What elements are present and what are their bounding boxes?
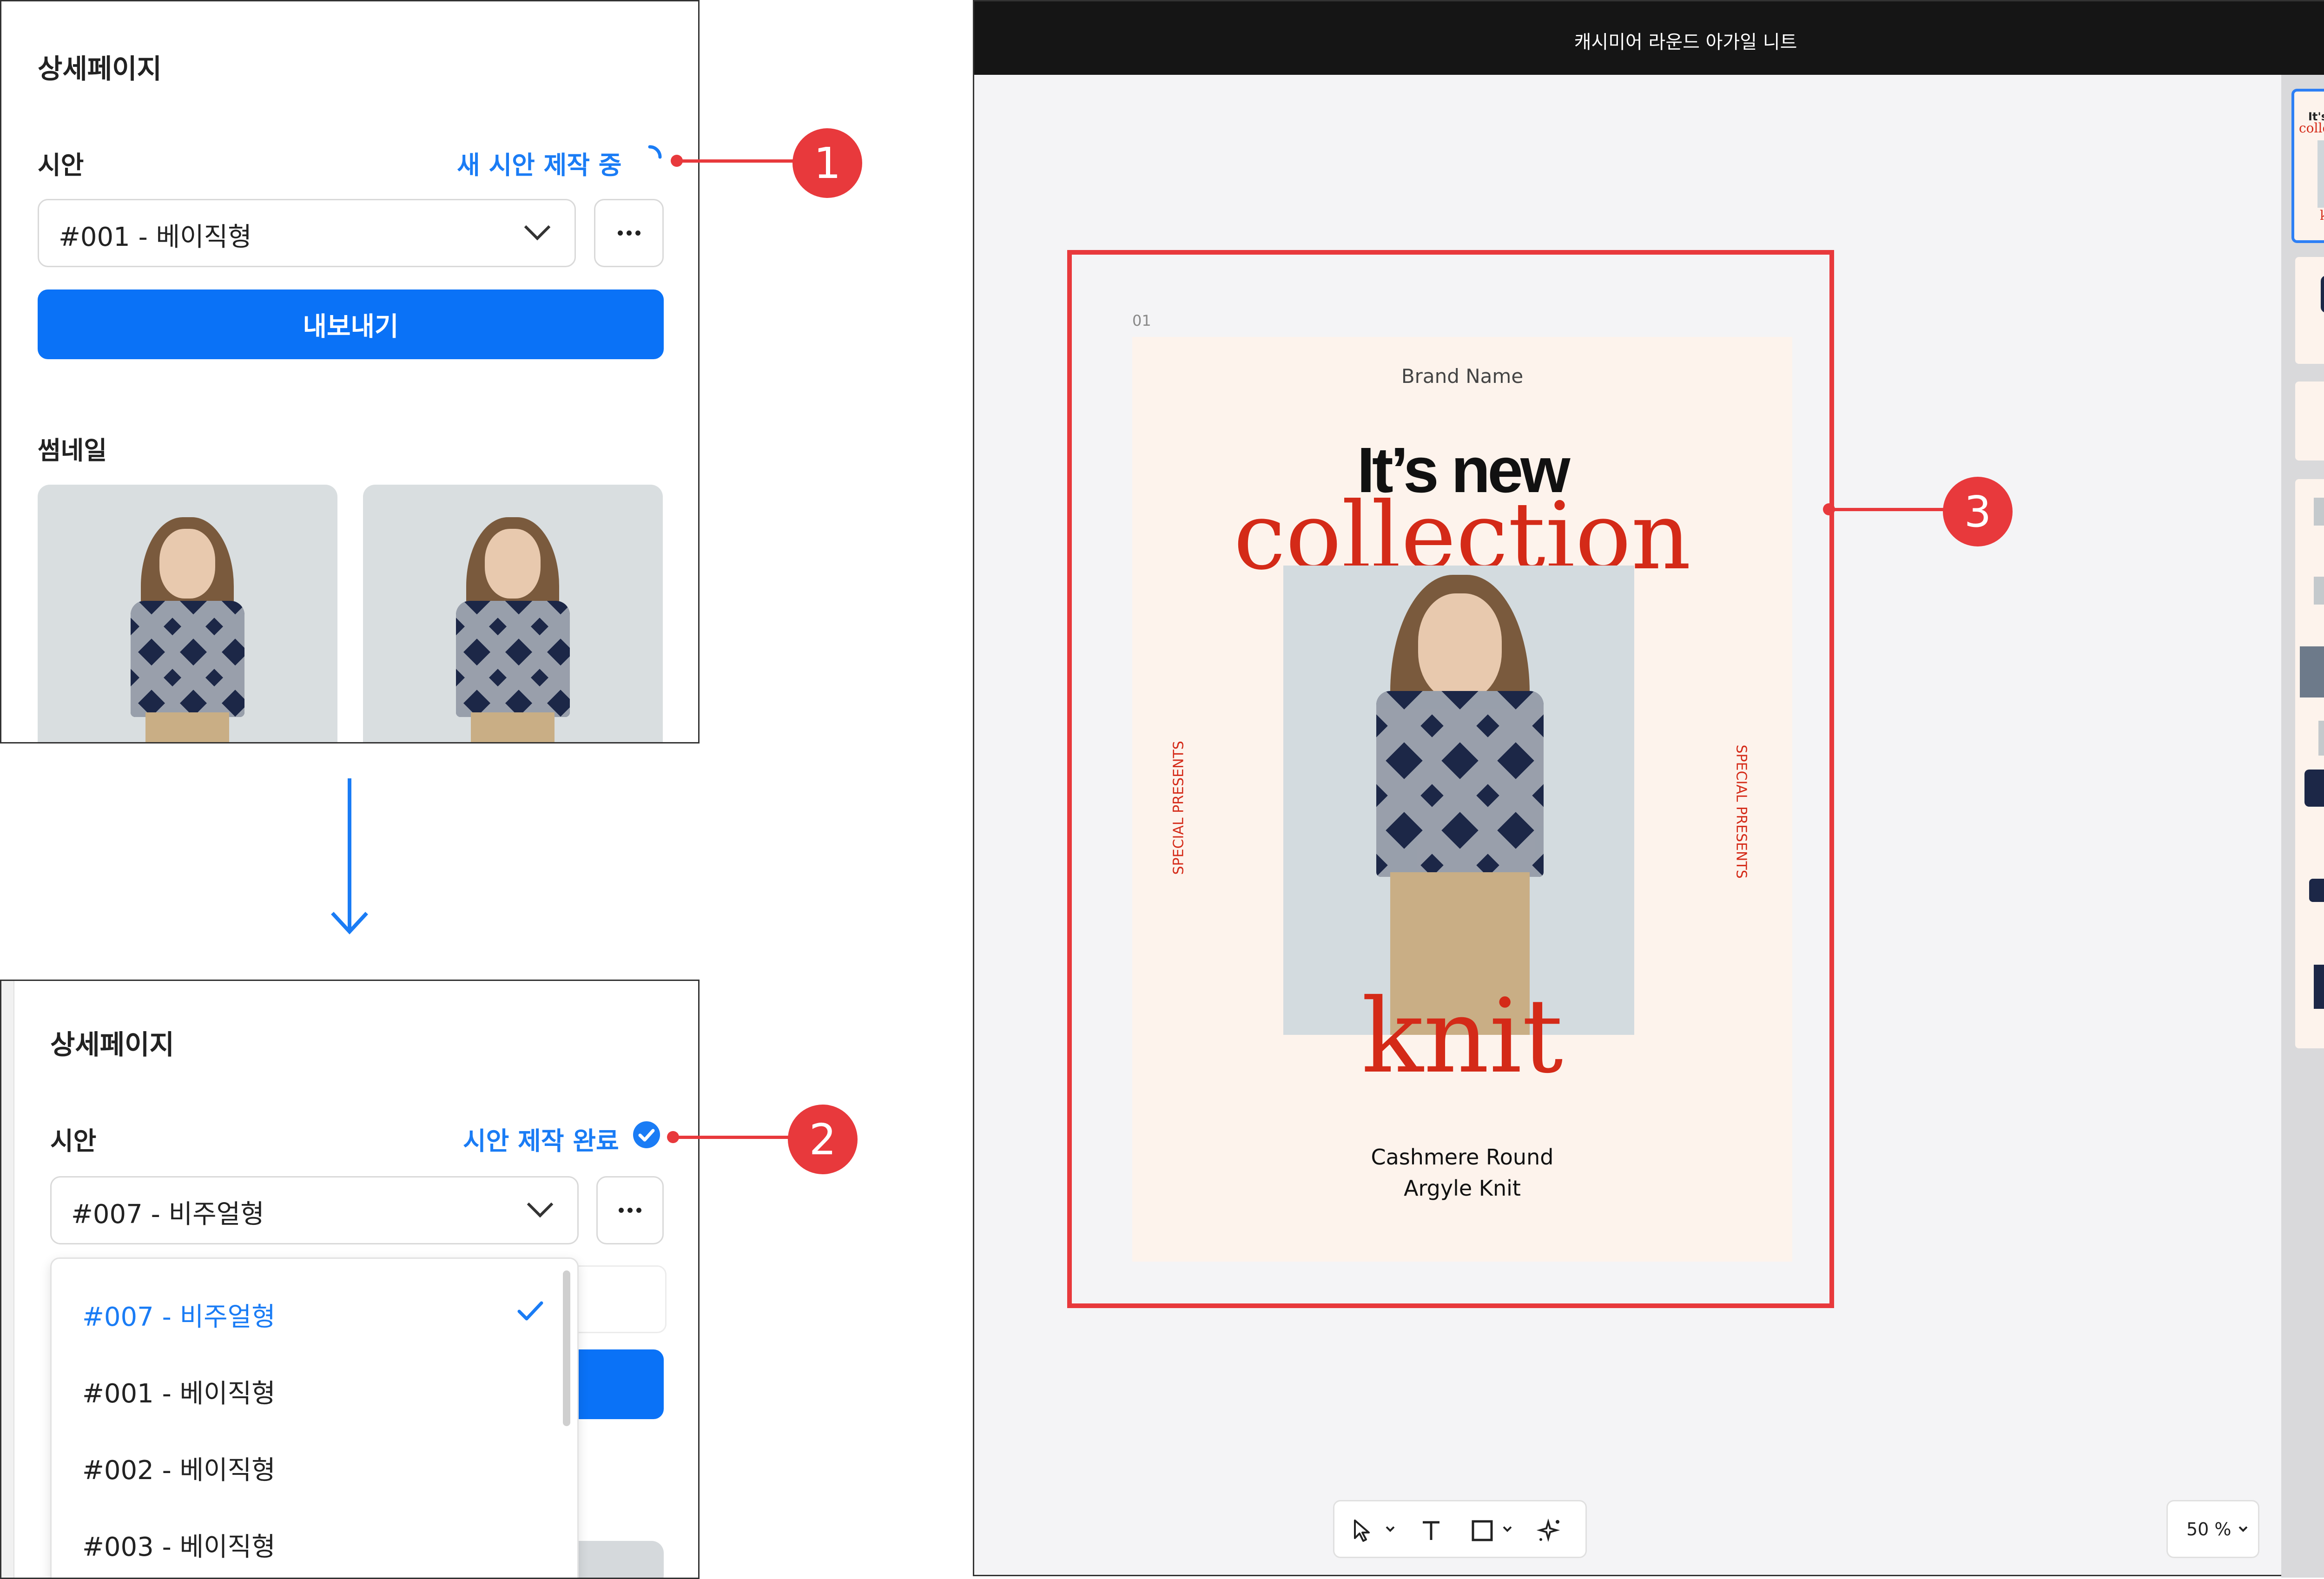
thumbnail-image-1[interactable] <box>38 485 337 742</box>
detail-panel-before: 상세페이지 시안 새 시안 제작 중 #001 - 베이직형 내보내기 썸네일 <box>0 0 700 743</box>
pointer-icon[interactable] <box>1348 1517 1376 1545</box>
callout-1-badge: 1 <box>792 128 862 198</box>
panel-title: 상세페이지 <box>50 1029 174 1060</box>
page-thumbnail-6[interactable] <box>2295 851 2324 930</box>
draft-select[interactable]: #007 - 비주얼형 <box>50 1176 579 1244</box>
thumbnail-label: 썸네일 <box>38 436 107 465</box>
more-options-button[interactable] <box>594 199 664 267</box>
more-icon <box>598 1178 662 1243</box>
dropdown-option[interactable]: #001 - 베이직형 <box>82 1373 276 1410</box>
page-thumbnail-2[interactable] <box>2295 257 2324 364</box>
check-circle-icon <box>633 1121 660 1148</box>
page-thumbnail-5[interactable] <box>2295 756 2324 835</box>
text-icon[interactable] <box>1417 1517 1445 1545</box>
chevron-down-icon <box>527 1191 554 1218</box>
dropdown-option[interactable]: #002 - 베이직형 <box>82 1449 276 1487</box>
dropdown-scrollbar[interactable] <box>563 1270 570 1426</box>
check-icon <box>517 1301 543 1321</box>
editor-titlebar: 캐시미어 라운드 아가일 니트 <box>974 1 2324 75</box>
dropdown-option[interactable]: #003 - 베이직형 <box>82 1526 276 1564</box>
editor-window: 캐시미어 라운드 아가일 니트 It's new collection knit <box>973 0 2324 1578</box>
chevron-down-icon[interactable] <box>1502 1525 1513 1534</box>
zoom-value: 50 % <box>2186 1519 2232 1540</box>
page-highlight-frame <box>1067 250 1834 1308</box>
panel-title: 상세페이지 <box>38 53 162 85</box>
more-icon <box>595 200 662 266</box>
callout-3-badge: 3 <box>1943 477 2013 546</box>
draft-select-value: #001 - 베이직형 <box>59 222 252 252</box>
draft-select-value: #007 - 비주얼형 <box>71 1199 264 1230</box>
page-thumbnail-7[interactable] <box>2295 946 2324 1025</box>
draft-status-complete: 시안 제작 완료 <box>463 1126 619 1156</box>
detail-panel-after: 상세페이지 시안 시안 제작 완료 #007 - 비주얼형 #007 - 비주얼… <box>0 980 700 1579</box>
draft-label: 시안 <box>38 151 84 180</box>
page-thumbnail-rail: It's new collection knit <box>2281 75 2324 1578</box>
draft-label: 시안 <box>50 1126 97 1156</box>
draft-status-in-progress: 새 시안 제작 중 <box>457 151 622 180</box>
callout-2-line <box>673 1136 794 1139</box>
page-thumbnail-1[interactable]: It's new collection knit <box>2291 89 2324 243</box>
callout-3-line <box>1829 508 1950 511</box>
chevron-down-icon <box>524 214 551 241</box>
chevron-down-icon <box>2238 1526 2248 1532</box>
chevron-down-icon[interactable] <box>1385 1525 1396 1534</box>
rectangle-icon[interactable] <box>1469 1518 1495 1544</box>
thumbnail-image-2[interactable] <box>363 485 663 742</box>
window-title: 캐시미어 라운드 아가일 니트 <box>1574 32 1797 53</box>
draft-dropdown-list: #007 - 비주얼형 #001 - 베이직형 #002 - 베이직형 #003… <box>50 1257 579 1578</box>
arrow-down-icon <box>331 778 368 934</box>
more-options-button[interactable] <box>596 1176 664 1244</box>
callout-1-line <box>677 159 798 163</box>
zoom-control[interactable]: 50 % <box>2166 1500 2259 1558</box>
draft-select[interactable]: #001 - 베이직형 <box>38 199 576 267</box>
edit-toolbar <box>1333 1500 1587 1558</box>
loading-spinner-icon <box>648 145 662 159</box>
dropdown-option-selected[interactable]: #007 - 비주얼형 <box>82 1296 276 1334</box>
page-thumbnail-3[interactable] <box>2295 382 2324 461</box>
export-button[interactable]: 내보내기 <box>38 289 664 359</box>
callout-2-badge: 2 <box>788 1105 858 1174</box>
sparkle-icon[interactable] <box>1534 1515 1565 1546</box>
